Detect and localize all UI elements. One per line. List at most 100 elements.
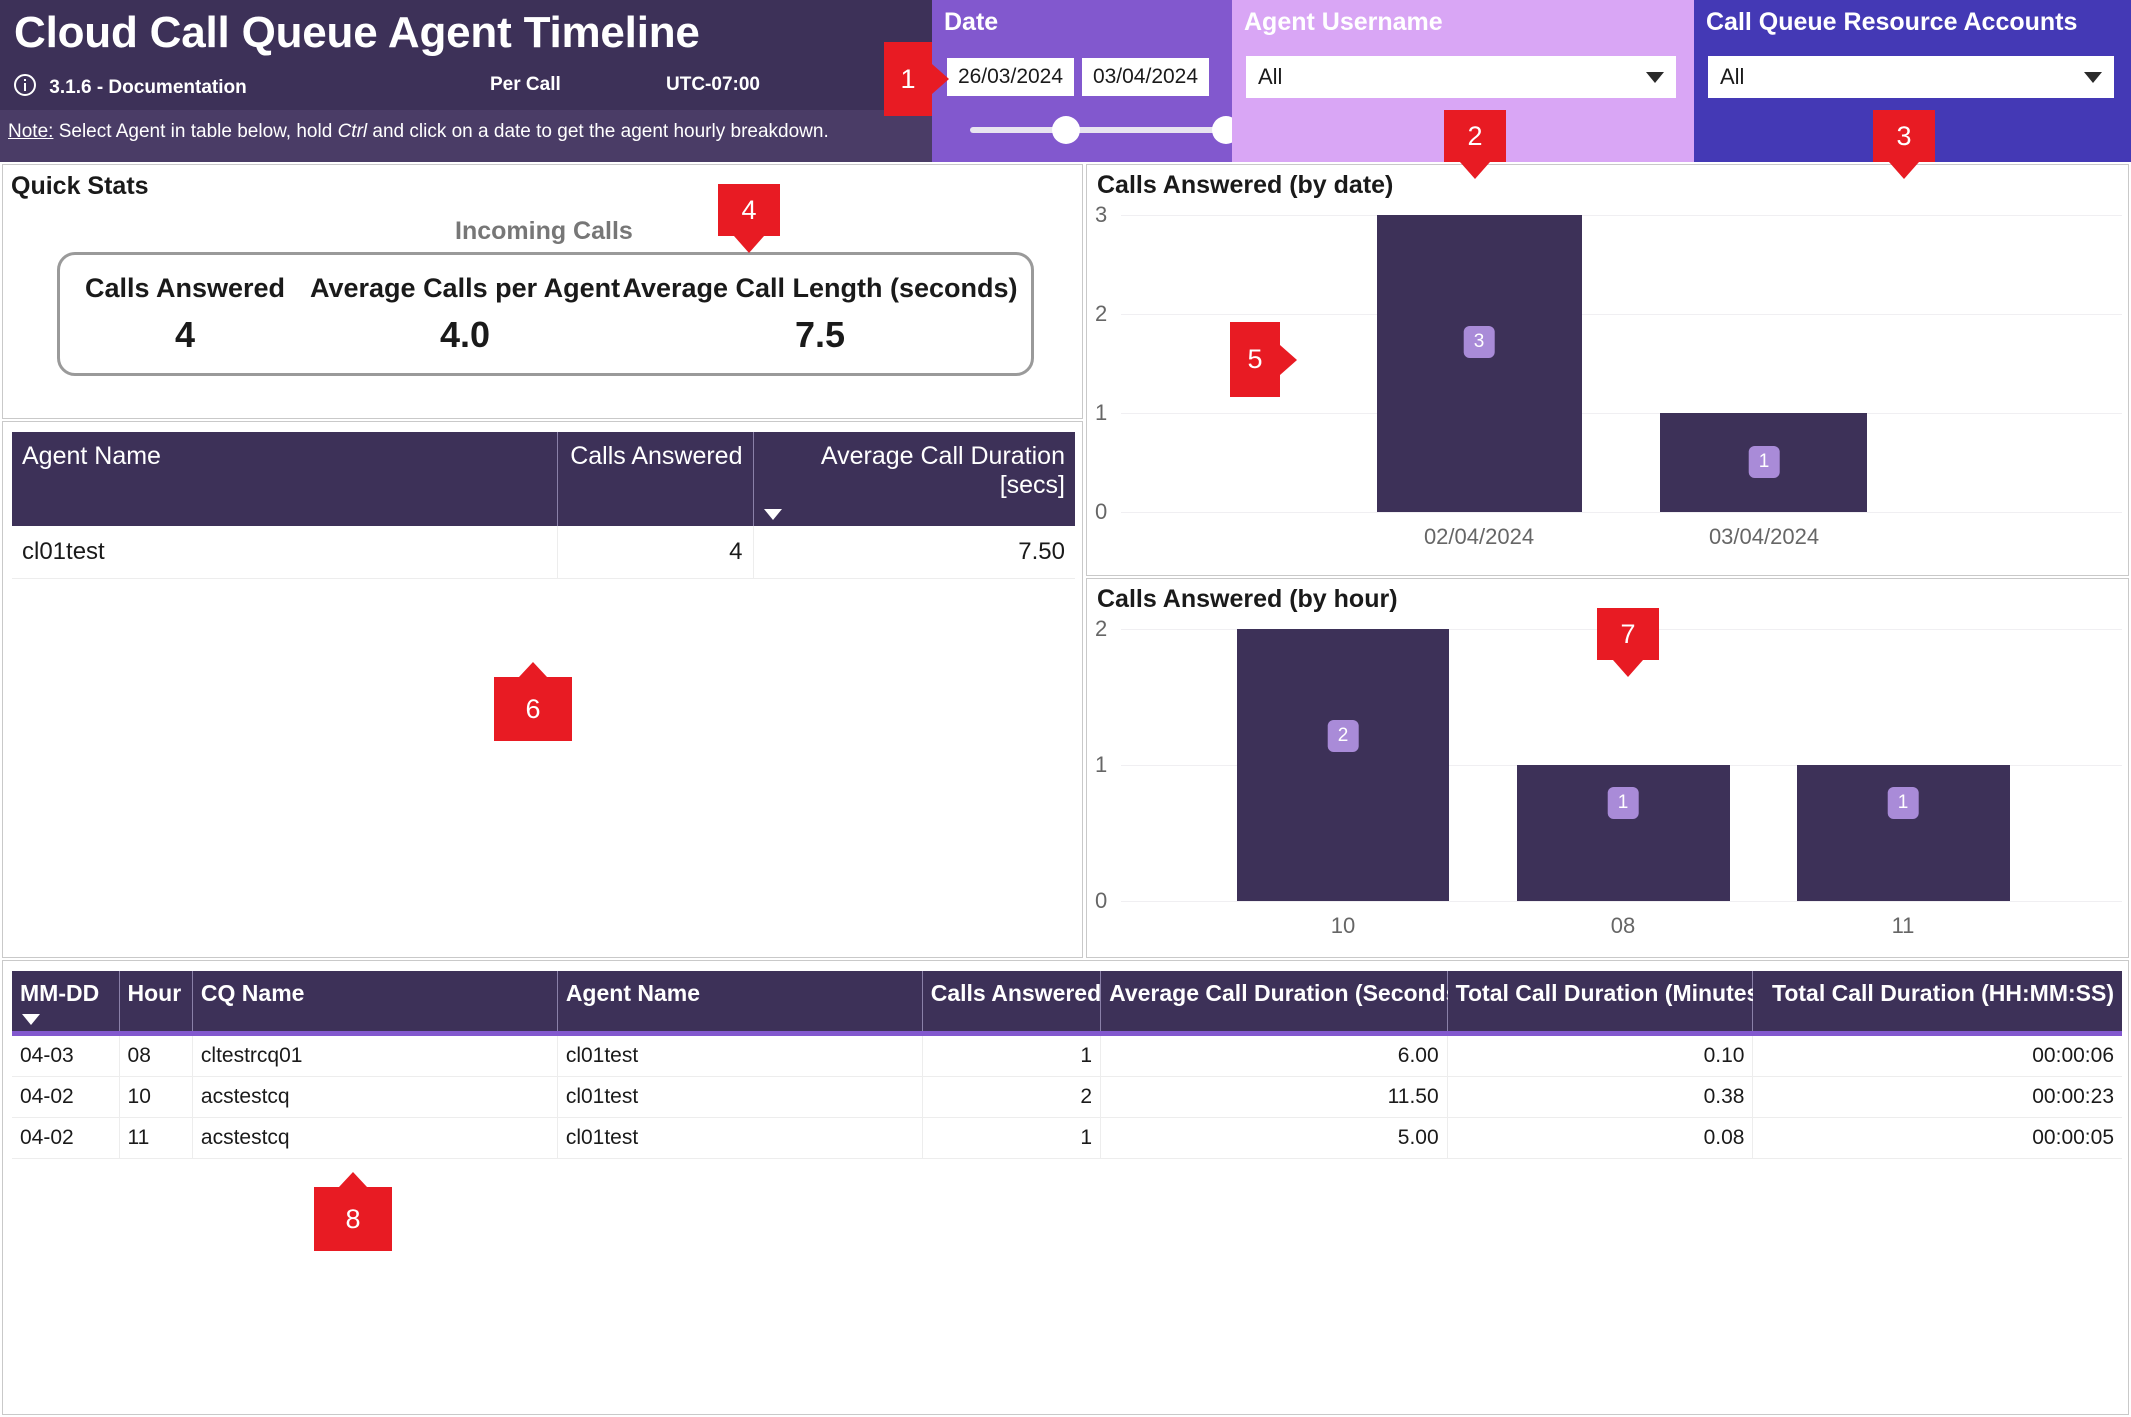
agent-table-col-avg-call-duration[interactable]: Average Call Duration [secs] [753,432,1075,526]
kpi-calls-answered-label: Calls Answered [84,272,286,303]
report-canvas: Cloud Call Queue Agent Timeline 3.1.6 - … [0,0,2131,1417]
detail-cell-total-dur-hms: 00:00:23 [1752,1076,2122,1118]
ytick-0: 0 [1095,888,1108,913]
agent-username-dropdown[interactable]: All [1246,56,1676,98]
bar-by-hour-0[interactable] [1237,629,1449,901]
detail-cell-cq-name: cltestrcq01 [192,1033,558,1077]
agent-table-col-calls-answered[interactable]: Calls Answered [557,432,754,526]
detail-cell-avg-dur-sec: 5.00 [1100,1117,1448,1159]
bar-label-by-hour-2: 1 [1887,787,1919,819]
detail-cell-total-dur-min: 0.38 [1447,1076,1754,1118]
callout-marker-7-label: 7 [1620,618,1636,649]
callout-marker-2-label: 2 [1467,120,1483,151]
note-part-1: Select Agent in table below, hold [53,121,338,142]
callout-tail [1460,162,1490,179]
agent-table-col-avg-call-duration-label: Average Call Duration [secs] [820,442,1065,499]
agent-row-avg-call-duration: 7.50 [753,526,1075,579]
callout-marker-5: 5 [1230,322,1297,397]
agent-table-header-row: Agent Name Calls Answered Average Call D… [12,432,1075,526]
detail-col-agent-name[interactable]: Agent Name [557,971,923,1036]
detail-col-total-call-duration-hhmmss[interactable]: Total Call Duration (HH:MM:SS) [1752,971,2122,1036]
quick-stats-panel: Quick Stats Incoming Calls Calls Answere… [2,164,1083,419]
table-row[interactable]: 04-03 08 cltestrcq01 cl01test 1 6.00 0.1… [12,1033,2122,1077]
detail-col-cq-name[interactable]: CQ Name [192,971,558,1036]
bar-by-hour-2[interactable] [1797,765,2010,901]
page-title: Cloud Call Queue Agent Timeline [14,8,700,57]
detail-col-total-call-duration-minutes[interactable]: Total Call Duration (Minutes) [1447,971,1767,1036]
documentation-link[interactable]: 3.1.6 - Documentation [49,77,246,98]
ytick-0: 0 [1095,499,1108,524]
callout-marker-6: 6 [494,662,572,741]
agent-username-value: All [1258,64,1283,89]
callout-marker-2: 2 [1444,110,1506,179]
slicer-agent-username-title: Agent Username [1244,8,1443,36]
date-range-slider[interactable] [970,116,1240,144]
detail-cell-agent-name: cl01test [557,1117,923,1159]
report-header: Cloud Call Queue Agent Timeline 3.1.6 - … [0,0,932,110]
sort-descending-icon [22,1014,40,1025]
slicer-date[interactable]: Date 26/03/2024 03/04/2024 [932,0,1240,162]
kpi-calls-answered: Calls Answered 4 [60,273,310,356]
detail-col-hour[interactable]: Hour [119,971,193,1036]
agent-table[interactable]: Agent Name Calls Answered Average Call D… [12,432,1075,579]
per-call-label: Per Call [490,74,561,95]
cq-resource-accounts-value: All [1720,64,1745,89]
ytick-1: 1 [1095,752,1108,777]
note-bar: Note: Select Agent in table below, hold … [0,110,932,162]
slider-handle-start[interactable] [1052,116,1080,144]
bar-label-by-date-0: 3 [1463,326,1495,358]
agent-row-agent-name: cl01test [12,526,558,579]
kpi-average-calls-per-agent-label: Average Calls per Agent [310,272,621,303]
callout-marker-4-label: 4 [741,194,757,225]
date-end-input[interactable]: 03/04/2024 [1082,58,1209,96]
xtick-by-hour-0: 10 [1330,913,1356,938]
detail-col-mmdd[interactable]: MM-DD [12,971,120,1036]
detail-cell-mmdd: 04-03 [12,1033,120,1077]
cq-resource-accounts-dropdown[interactable]: All [1708,56,2114,98]
detail-cell-hour: 11 [119,1117,193,1159]
ytick-1: 1 [1095,400,1108,425]
kpi-average-call-length-value: 7.5 [794,313,846,355]
bar-label-by-hour-1: 1 [1607,787,1639,819]
header-subbar: 3.1.6 - Documentation Per Call UTC-07:00 [14,74,932,104]
detail-cell-cq-name: acstestcq [192,1076,558,1118]
agent-table-col-agent-name[interactable]: Agent Name [12,432,558,526]
detail-col-avg-call-duration-seconds[interactable]: Average Call Duration (Seconds) [1100,971,1466,1036]
gridline-y0 [1121,901,2122,902]
detail-table[interactable]: MM-DD Hour CQ Name Agent Name Calls Answ… [12,971,2122,1159]
detail-cell-agent-name: cl01test [557,1076,923,1118]
gridline-y0 [1121,512,2122,513]
callout-marker-3: 3 [1873,110,1935,179]
chart-by-hour-title: Calls Answered (by hour) [1097,585,1398,613]
detail-cell-calls-answered: 1 [922,1033,1102,1077]
sort-descending-icon [763,509,782,520]
callout-tail [519,662,547,677]
bar-by-hour-1[interactable] [1517,765,1730,901]
callout-marker-8-label: 8 [345,1203,361,1234]
bar-label-by-hour-0: 2 [1327,720,1359,752]
detail-cell-total-dur-hms: 00:00:05 [1752,1117,2122,1159]
callout-tail [1613,660,1643,677]
chevron-down-icon [2084,71,2102,83]
note-ctrl-keyword: Ctrl [337,121,368,142]
table-row[interactable]: 04-02 11 acstestcq cl01test 1 5.00 0.08 … [12,1117,2122,1159]
detail-cell-cq-name: acstestcq [192,1117,558,1159]
detail-cell-total-dur-min: 0.08 [1447,1117,1754,1159]
table-row[interactable]: cl01test 4 7.50 [12,526,1075,579]
ytick-2: 2 [1095,301,1108,326]
detail-cell-agent-name: cl01test [557,1033,923,1077]
date-start-input[interactable]: 26/03/2024 [947,58,1074,96]
kpi-calls-answered-value: 4 [174,313,196,355]
callout-tail [932,64,949,94]
callout-marker-6-label: 6 [525,693,541,724]
detail-col-calls-answered[interactable]: Calls Answered [922,971,1101,1036]
xtick-by-date-0: 02/04/2024 [1423,524,1535,549]
table-row[interactable]: 04-02 10 acstestcq cl01test 2 11.50 0.38… [12,1076,2122,1118]
callout-marker-7: 7 [1597,608,1659,677]
note-part-2: and click on a date to get the agent hou… [367,121,829,142]
detail-col-mmdd-label: MM-DD [20,980,100,1006]
note-prefix: Note: [8,121,54,142]
callout-tail [1280,344,1297,375]
bar-by-date-0[interactable] [1377,215,1582,512]
slicer-cq-title: Call Queue Resource Accounts [1706,8,2078,36]
